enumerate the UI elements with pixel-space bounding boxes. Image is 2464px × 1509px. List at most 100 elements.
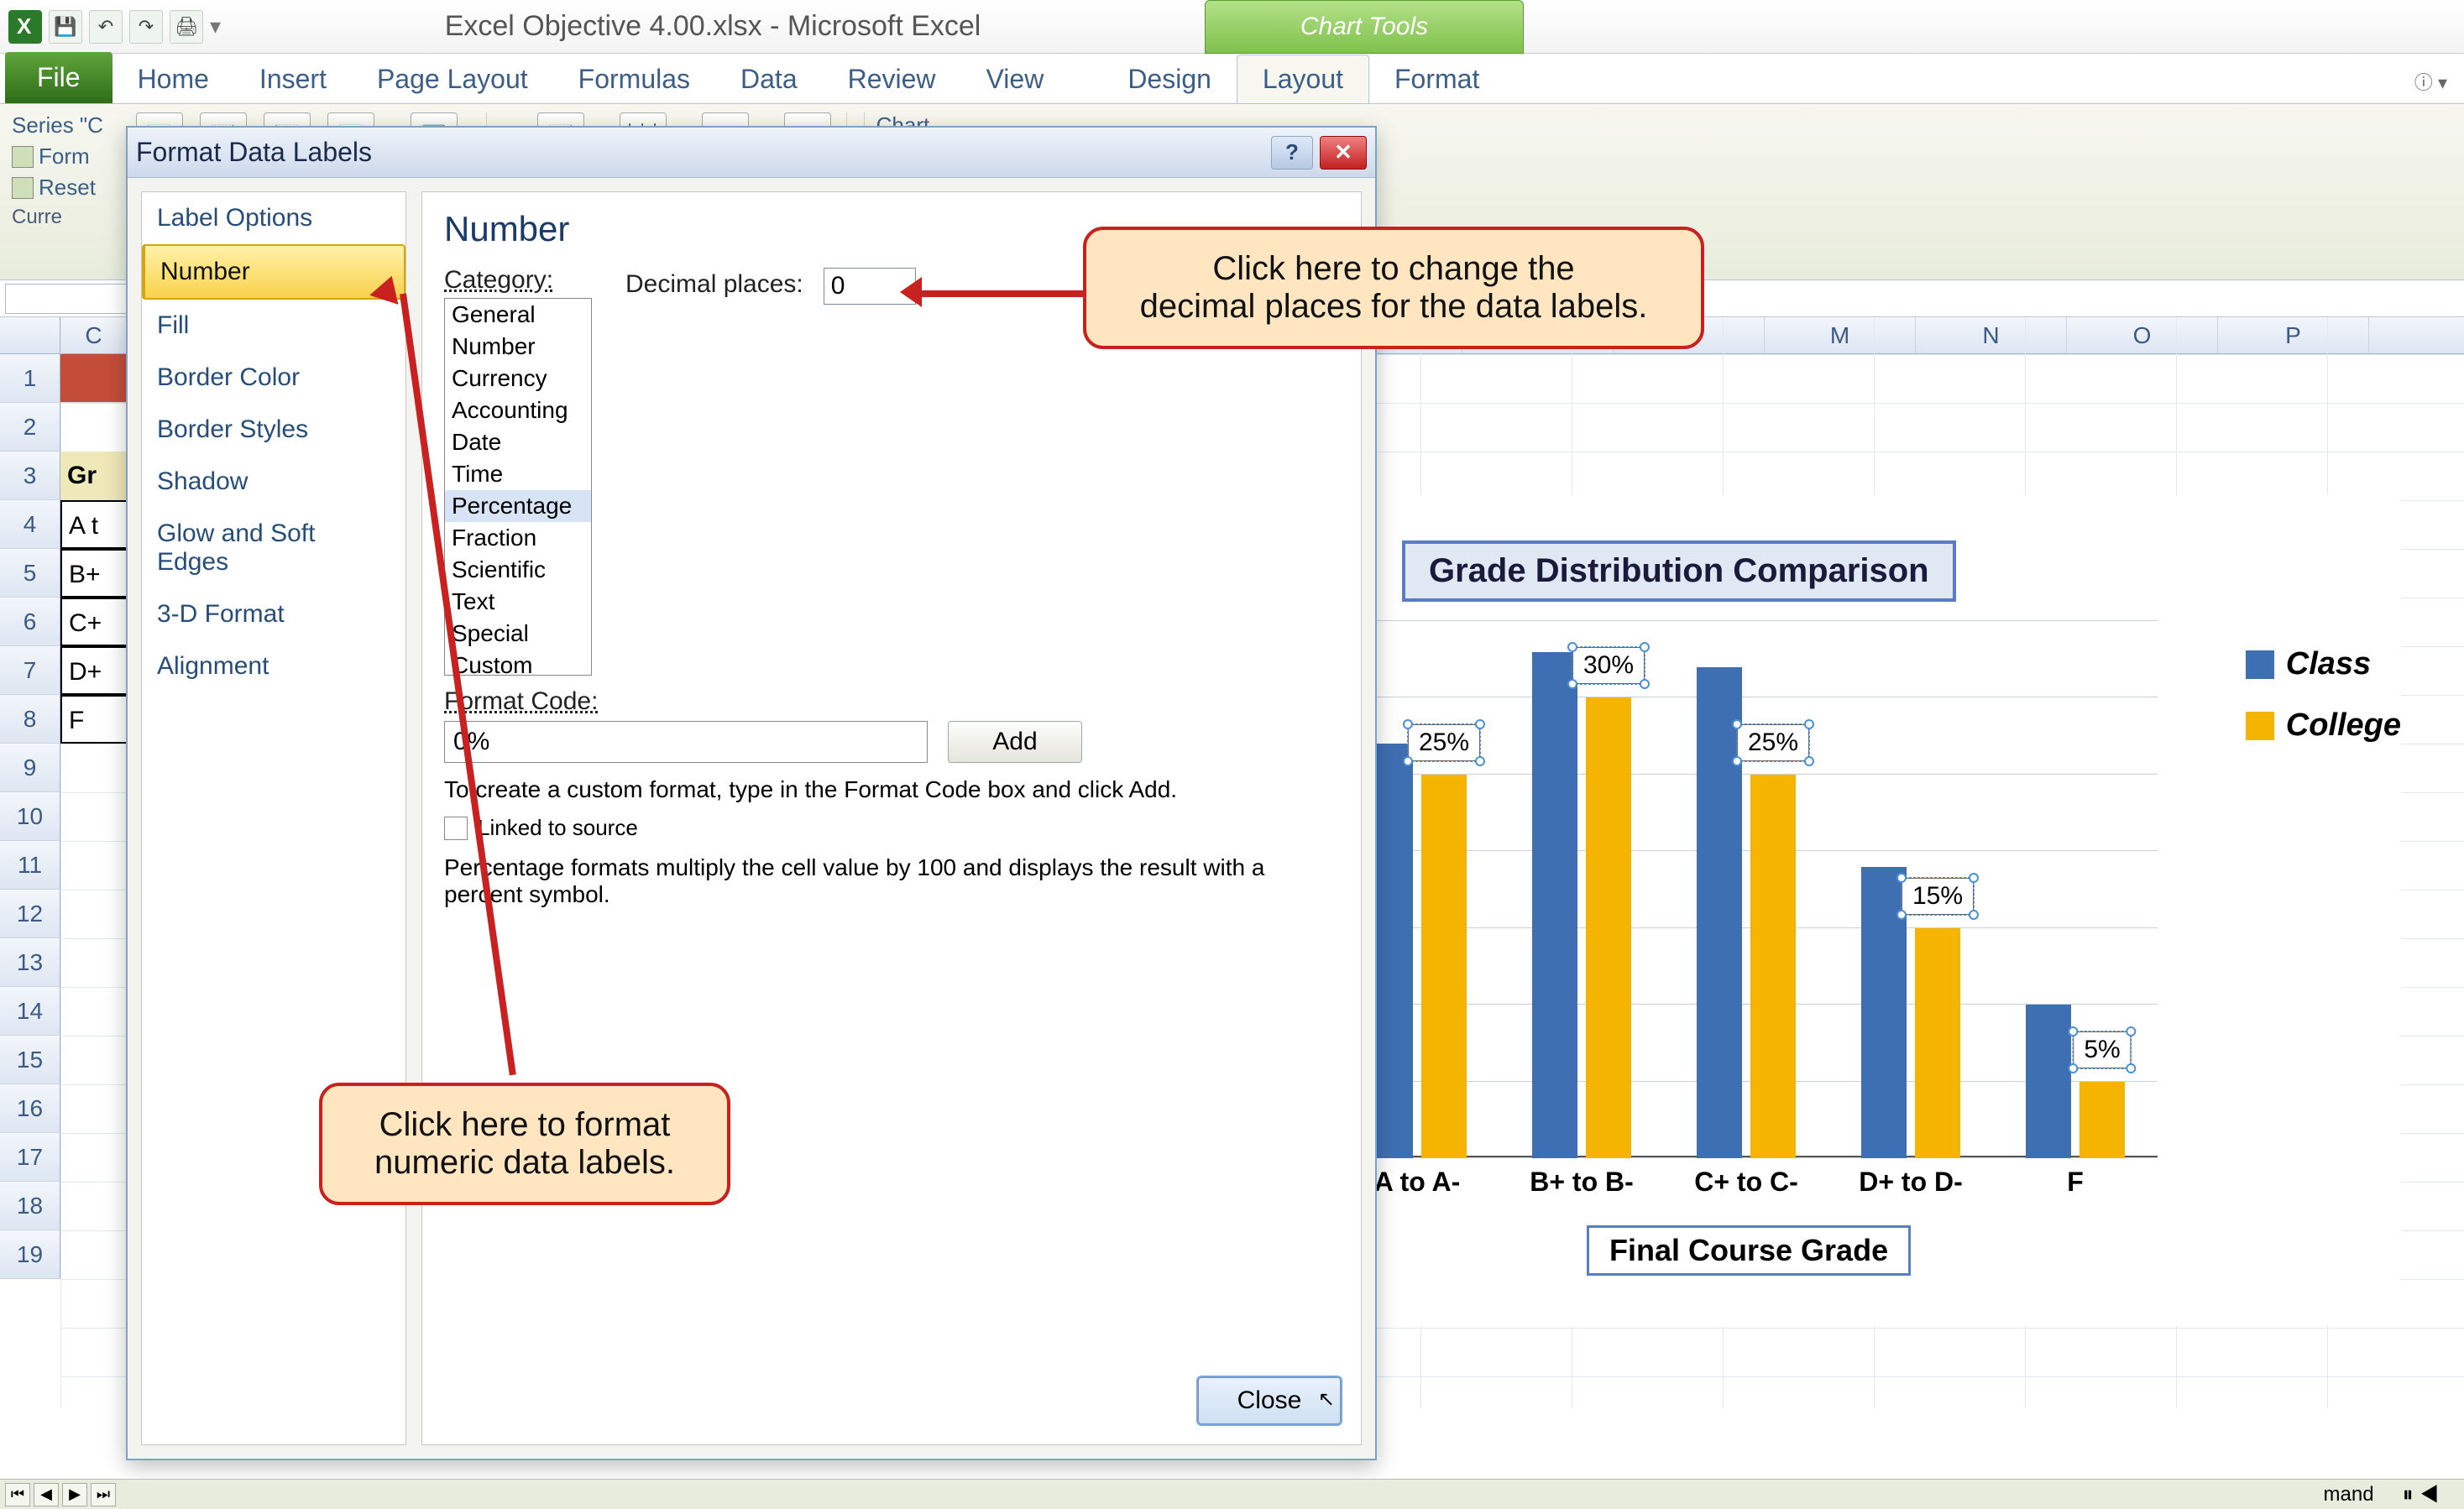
dialog-category-list[interactable]: Label OptionsNumberFillBorder ColorBorde… <box>141 191 406 1445</box>
tab-view[interactable]: View <box>961 55 1070 103</box>
select-all-corner[interactable] <box>0 317 60 353</box>
category-option[interactable]: Currency <box>445 363 591 394</box>
category-option[interactable]: Time <box>445 458 591 490</box>
data-label[interactable]: 25% <box>1737 724 1809 761</box>
dialog-nav-item[interactable]: Number <box>142 244 405 300</box>
tab-data[interactable]: Data <box>715 55 823 103</box>
row-header[interactable]: 11 <box>0 841 60 890</box>
data-label[interactable]: 5% <box>2073 1031 2131 1068</box>
data-label[interactable]: 25% <box>1408 724 1480 761</box>
format-selection-button[interactable]: Form <box>39 144 90 170</box>
tab-home[interactable]: Home <box>112 55 234 103</box>
dialog-help-button[interactable]: ? <box>1271 136 1313 170</box>
tab-layout[interactable]: Layout <box>1237 55 1369 103</box>
category-option[interactable]: Special <box>445 618 591 650</box>
bar[interactable] <box>1586 697 1631 1158</box>
bar[interactable] <box>2026 1005 2071 1158</box>
category-option[interactable]: Scientific <box>445 554 591 586</box>
row-header[interactable]: 17 <box>0 1133 60 1182</box>
qat-print-icon[interactable]: 🖨 <box>170 10 203 44</box>
row-header[interactable]: 10 <box>0 792 60 841</box>
row-header[interactable]: 2 <box>0 403 60 452</box>
bar[interactable] <box>1697 667 1742 1158</box>
bar[interactable] <box>1421 775 1467 1158</box>
tab-review[interactable]: Review <box>823 55 961 103</box>
row-header[interactable]: 3 <box>0 452 60 500</box>
qat-undo-icon[interactable]: ↶ <box>89 10 123 44</box>
cell[interactable]: B+ <box>60 549 128 598</box>
row-header[interactable]: 9 <box>0 744 60 792</box>
tab-insert[interactable]: Insert <box>234 55 352 103</box>
row-header[interactable]: 13 <box>0 938 60 987</box>
dialog-nav-item[interactable]: Label Options <box>142 192 405 244</box>
last-sheet-button[interactable]: ⏭ <box>91 1483 116 1506</box>
tab-page-layout[interactable]: Page Layout <box>352 55 553 103</box>
row-header[interactable]: 7 <box>0 646 60 695</box>
qat-redo-icon[interactable]: ↷ <box>129 10 163 44</box>
dialog-nav-item[interactable]: Shadow <box>142 456 405 508</box>
category-option[interactable]: Accounting <box>445 394 591 426</box>
data-label[interactable]: 30% <box>1572 647 1645 684</box>
plot-area[interactable]: 25% 30% 25% 15% 5% <box>1335 621 2158 1158</box>
row-header[interactable]: 18 <box>0 1182 60 1230</box>
dialog-nav-item[interactable]: Glow and Soft Edges <box>142 508 405 588</box>
bar[interactable] <box>1750 775 1796 1158</box>
cell[interactable]: A t <box>60 500 128 549</box>
category-option[interactable]: General <box>445 299 591 331</box>
number-category-listbox[interactable]: GeneralNumberCurrencyAccountingDateTimeP… <box>444 298 592 676</box>
bar[interactable] <box>1915 928 1960 1158</box>
row-header[interactable]: 12 <box>0 890 60 938</box>
tab-formulas[interactable]: Formulas <box>553 55 715 103</box>
row-header[interactable]: 14 <box>0 987 60 1036</box>
row-header[interactable]: 4 <box>0 500 60 549</box>
chart-legend[interactable]: Class College <box>2246 646 2401 769</box>
prev-sheet-button[interactable]: ◀ <box>34 1483 59 1506</box>
dialog-nav-item[interactable]: Border Styles <box>142 404 405 456</box>
hint-text: Percentage formats multiply the cell val… <box>444 854 1339 908</box>
reset-style-button[interactable]: Reset <box>39 175 96 201</box>
category-option[interactable]: Text <box>445 586 591 618</box>
name-box[interactable] <box>5 284 129 314</box>
category-option[interactable]: Custom <box>445 650 591 676</box>
embedded-chart[interactable]: Grade Distribution Comparison Class Coll… <box>1310 495 2401 1326</box>
series-dropdown[interactable]: Series "C <box>12 112 103 138</box>
minimize-ribbon-icon[interactable]: ⓘ ▾ <box>2398 60 2464 103</box>
bar[interactable] <box>2079 1082 2125 1158</box>
dialog-nav-item[interactable]: Alignment <box>142 640 405 692</box>
cell[interactable] <box>60 354 128 403</box>
row-header[interactable]: 16 <box>0 1084 60 1133</box>
row-header[interactable]: 15 <box>0 1036 60 1084</box>
cell[interactable]: F <box>60 695 128 744</box>
category-option[interactable]: Fraction <box>445 522 591 554</box>
cell[interactable]: Gr <box>60 452 128 500</box>
dialog-close-x-button[interactable]: ✕ <box>1320 136 1367 170</box>
bar[interactable] <box>1532 652 1577 1158</box>
row-header[interactable]: 8 <box>0 695 60 744</box>
category-option[interactable]: Number <box>445 331 591 363</box>
linked-to-source-checkbox[interactable] <box>444 817 468 840</box>
row-header[interactable]: 19 <box>0 1230 60 1279</box>
x-axis-title[interactable]: Final Course Grade <box>1587 1225 1911 1276</box>
tab-file[interactable]: File <box>5 52 112 103</box>
cell[interactable]: C+ <box>60 598 128 646</box>
qat-save-icon[interactable]: 💾 <box>49 10 82 44</box>
first-sheet-button[interactable]: ⏮ <box>5 1483 30 1506</box>
row-header[interactable]: 6 <box>0 598 60 646</box>
dialog-nav-item[interactable]: Border Color <box>142 352 405 404</box>
chart-title[interactable]: Grade Distribution Comparison <box>1402 540 1956 602</box>
data-label[interactable]: 15% <box>1902 878 1974 915</box>
row-header[interactable]: 5 <box>0 549 60 598</box>
tab-format[interactable]: Format <box>1369 55 1504 103</box>
next-sheet-button[interactable]: ▶ <box>62 1483 87 1506</box>
cell[interactable]: D+ <box>60 646 128 695</box>
category-option[interactable]: Percentage <box>445 490 591 522</box>
row-header[interactable]: 1 <box>0 354 60 403</box>
category-option[interactable]: Date <box>445 426 591 458</box>
dialog-titlebar[interactable]: Format Data Labels ? ✕ <box>128 128 1375 178</box>
add-button[interactable]: Add <box>948 721 1082 763</box>
tab-design[interactable]: Design <box>1102 55 1237 103</box>
dialog-nav-item[interactable]: 3-D Format <box>142 588 405 640</box>
dialog-nav-item[interactable]: Fill <box>142 300 405 352</box>
format-code-input[interactable] <box>444 721 928 763</box>
close-button[interactable]: Close ↖ <box>1198 1377 1341 1424</box>
